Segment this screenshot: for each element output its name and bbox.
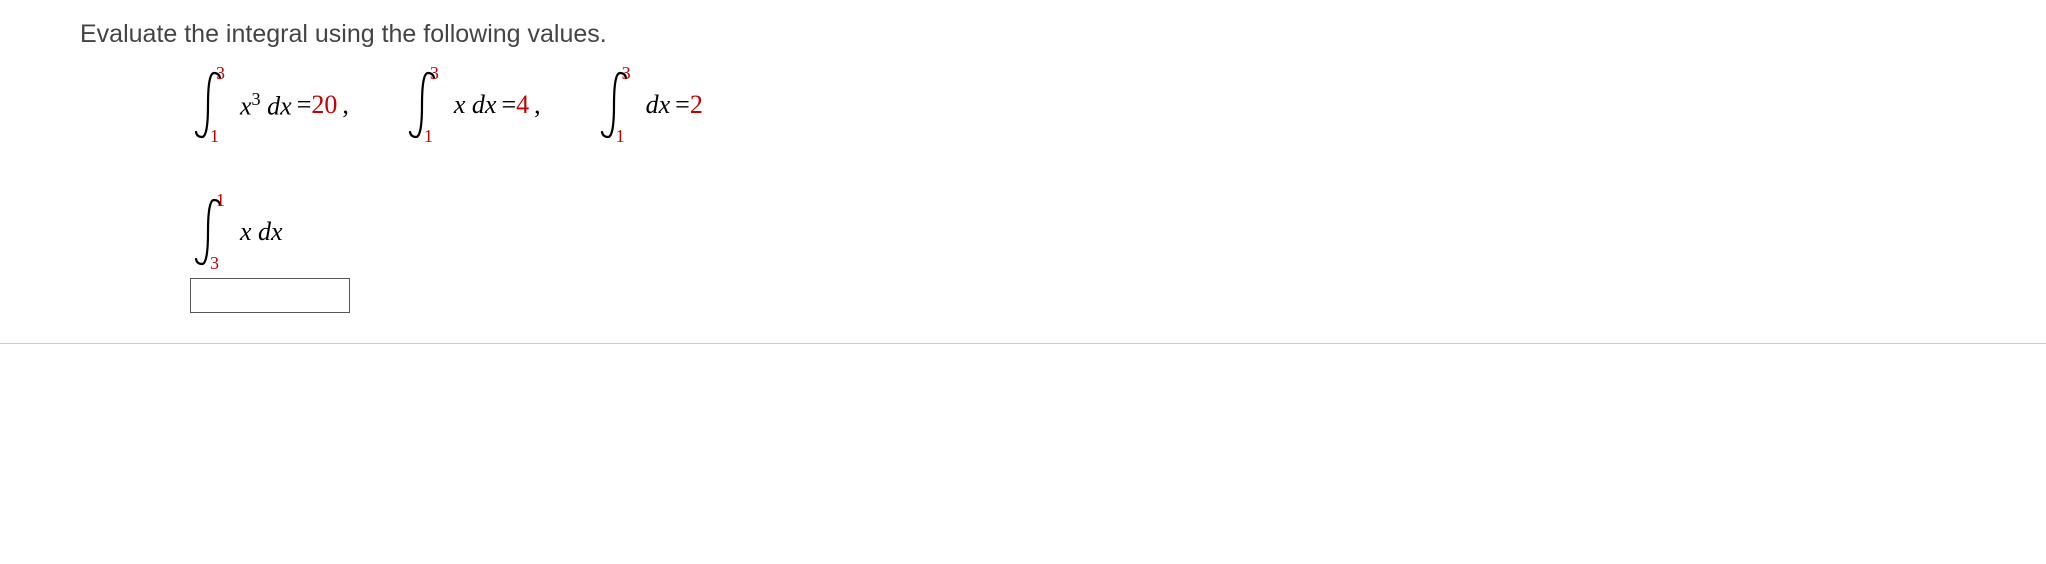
equals: = — [675, 90, 690, 120]
integral-sign-icon: 3 1 — [596, 69, 632, 141]
question-container: Evaluate the integral using the followin… — [0, 20, 2046, 344]
integral-sign-icon: 1 3 — [190, 196, 226, 268]
integral-sign-icon: 3 1 — [190, 69, 226, 141]
given-equations-row: 3 1 x3 dx = 20, 3 1 x dx = 4, — [80, 69, 1966, 141]
upper-limit: 3 — [216, 63, 225, 84]
equals: = — [297, 90, 312, 120]
question-text: Evaluate the integral using the followin… — [80, 20, 1966, 49]
lower-limit: 1 — [210, 126, 219, 147]
lower-limit: 1 — [424, 126, 433, 147]
answer-input[interactable] — [190, 278, 350, 313]
value: 4 — [516, 90, 529, 120]
integrand: x dx — [240, 217, 283, 247]
integrand: dx — [646, 90, 671, 120]
value: 20 — [311, 90, 337, 120]
upper-limit: 1 — [216, 190, 225, 211]
given-integral-3: 3 1 dx = 2 — [596, 69, 703, 141]
integrand: x3 dx — [240, 89, 292, 122]
lower-limit: 3 — [210, 253, 219, 274]
integrand: x dx — [454, 90, 497, 120]
lower-limit: 1 — [616, 126, 625, 147]
integral-sign-icon: 3 1 — [404, 69, 440, 141]
given-integral-1: 3 1 x3 dx = 20, — [190, 69, 349, 141]
value: 2 — [690, 90, 703, 120]
given-integral-2: 3 1 x dx = 4, — [404, 69, 541, 141]
upper-limit: 3 — [622, 63, 631, 84]
upper-limit: 3 — [430, 63, 439, 84]
equals: = — [501, 90, 516, 120]
target-section: 1 3 x dx — [80, 196, 1966, 313]
target-integral: 1 3 x dx — [190, 196, 1966, 268]
